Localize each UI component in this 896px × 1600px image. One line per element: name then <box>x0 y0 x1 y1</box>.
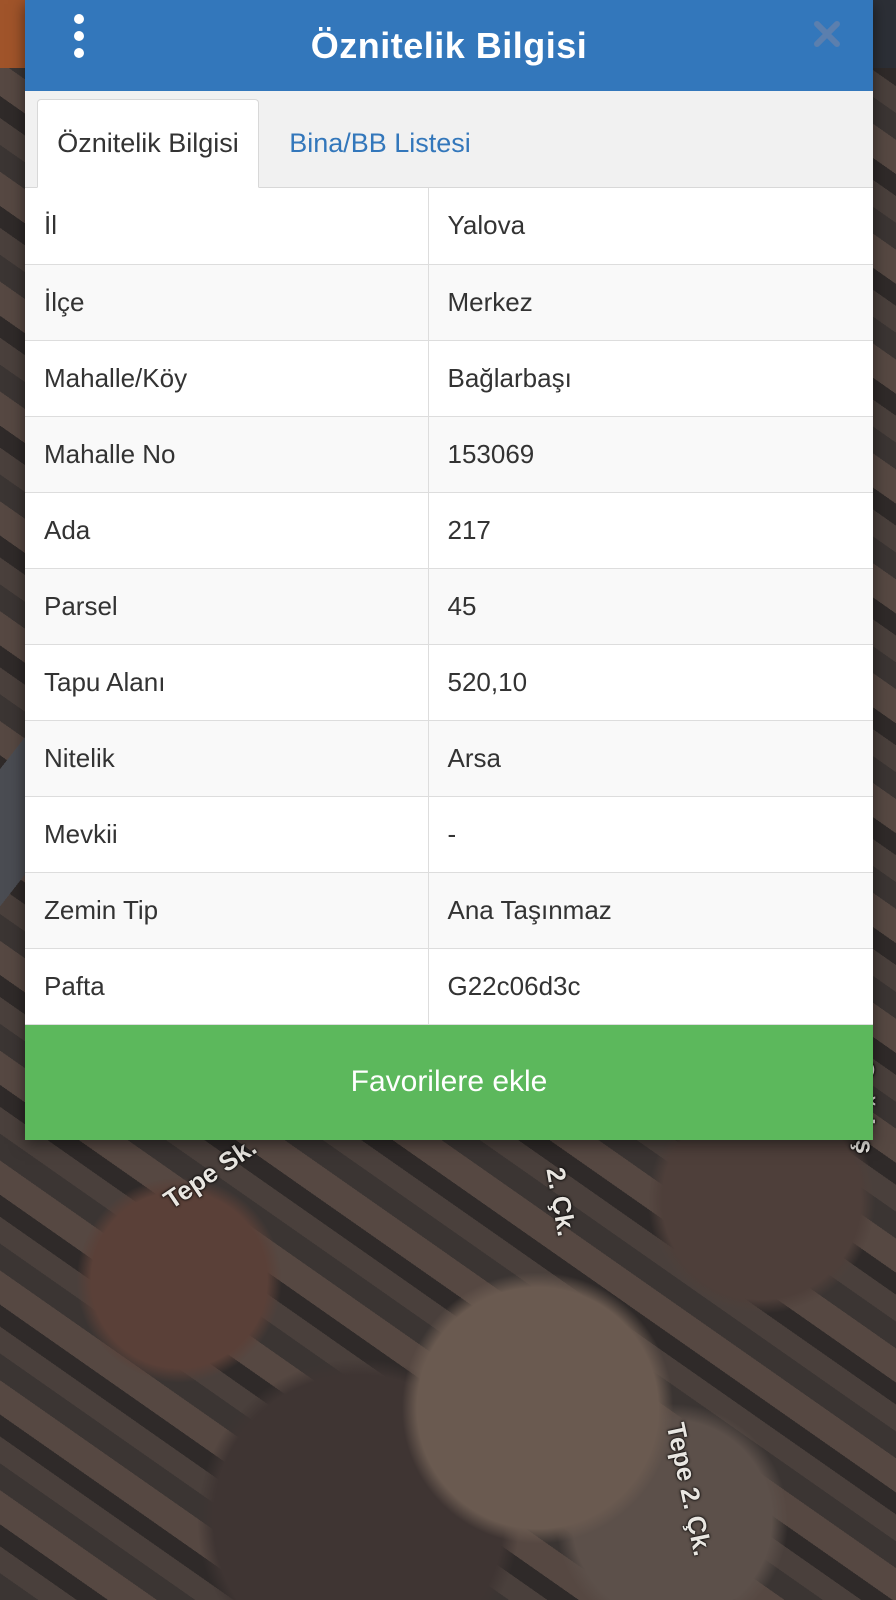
table-row: Mahalle/Köy Bağlarbaşı <box>25 340 873 417</box>
table-row: Nitelik Arsa <box>25 720 873 797</box>
dialog-title: Öznitelik Bilgisi <box>310 24 588 66</box>
table-row: İlçe Merkez <box>25 264 873 341</box>
menu-icon[interactable] <box>69 14 89 58</box>
tab-bar: Öznitelik Bilgisi Bina/BB Listesi <box>25 91 873 188</box>
attribute-dialog: Öznitelik Bilgisi Öznitelik Bilgisi Bina… <box>25 0 873 1140</box>
tab-building-list[interactable]: Bina/BB Listesi <box>275 99 485 187</box>
table-row: Pafta G22c06d3c <box>25 948 873 1025</box>
attribute-value: - <box>428 796 873 873</box>
table-row: Zemin Tip Ana Taşınmaz <box>25 872 873 949</box>
dialog-header: Öznitelik Bilgisi <box>25 0 873 91</box>
map-street-label: Tepe Sk. <box>158 1131 262 1215</box>
attribute-table: İl Yalova İlçe Merkez Mahalle/Köy Bağlar… <box>25 188 873 1025</box>
attribute-value: 153069 <box>428 416 873 493</box>
attribute-key: Zemin Tip <box>25 872 429 949</box>
attribute-value: Merkez <box>428 264 873 341</box>
table-row: Mahalle No 153069 <box>25 416 873 493</box>
attribute-value: Arsa <box>428 720 873 797</box>
attribute-value: 217 <box>428 492 873 569</box>
attribute-key: İl <box>25 188 429 265</box>
map-street-label: 2. Çk. <box>540 1165 583 1239</box>
table-row: Parsel 45 <box>25 568 873 645</box>
tab-attribute-info[interactable]: Öznitelik Bilgisi <box>37 99 259 188</box>
attribute-key: Ada <box>25 492 429 569</box>
table-row: İl Yalova <box>25 188 873 265</box>
attribute-value: 520,10 <box>428 644 873 721</box>
attribute-key: Nitelik <box>25 720 429 797</box>
attribute-key: Parsel <box>25 568 429 645</box>
attribute-value: G22c06d3c <box>428 948 873 1025</box>
attribute-key: Mevkii <box>25 796 429 873</box>
attribute-value: 45 <box>428 568 873 645</box>
attribute-value: Bağlarbaşı <box>428 340 873 417</box>
map-street-label: Tepe 2. Çk. <box>660 1420 719 1559</box>
table-row: Ada 217 <box>25 492 873 569</box>
attribute-key: Mahalle No <box>25 416 429 493</box>
attribute-key: Tapu Alanı <box>25 644 429 721</box>
table-row: Mevkii - <box>25 796 873 873</box>
table-row: Tapu Alanı 520,10 <box>25 644 873 721</box>
attribute-key: İlçe <box>25 264 429 341</box>
close-icon[interactable] <box>811 18 843 50</box>
attribute-key: Mahalle/Köy <box>25 340 429 417</box>
attribute-value: Ana Taşınmaz <box>428 872 873 949</box>
attribute-value: Yalova <box>428 188 873 265</box>
add-to-favorites-button[interactable]: Favorilere ekle <box>25 1024 873 1140</box>
attribute-key: Pafta <box>25 948 429 1025</box>
